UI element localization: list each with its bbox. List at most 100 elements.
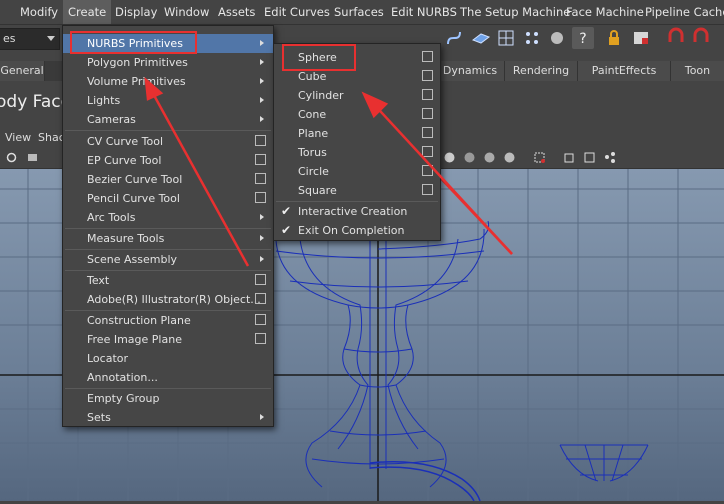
menu-surfaces[interactable]: Surfaces bbox=[334, 0, 384, 24]
menu-item-label: Cube bbox=[298, 70, 327, 83]
tab-general[interactable]: General bbox=[0, 61, 45, 81]
option-box-icon[interactable] bbox=[255, 333, 266, 344]
tab-rendering[interactable]: Rendering bbox=[505, 61, 578, 81]
magnet-snap-icon[interactable] bbox=[546, 27, 568, 49]
menu-item-polygon-primitives[interactable]: Polygon Primitives bbox=[63, 53, 273, 72]
main-menubar: Modify Create Display Window Assets Edit… bbox=[0, 0, 724, 25]
menu-item-circle[interactable]: Circle bbox=[274, 162, 440, 181]
menu-edit-curves[interactable]: Edit Curves bbox=[264, 0, 330, 24]
menu-create[interactable]: Create bbox=[63, 0, 112, 24]
menu-item-nurbs-primitives[interactable]: NURBS Primitives bbox=[63, 34, 273, 53]
mode-selector[interactable]: es bbox=[0, 28, 60, 50]
menu-item-exit-on-completion[interactable]: ✔ Exit On Completion bbox=[274, 221, 440, 240]
option-box-icon[interactable] bbox=[255, 154, 266, 165]
option-box-icon[interactable] bbox=[422, 89, 433, 100]
menu-item-label: CV Curve Tool bbox=[87, 135, 164, 148]
option-box-icon[interactable] bbox=[422, 184, 433, 195]
option-box-icon[interactable] bbox=[422, 108, 433, 119]
menu-item-volume-primitives[interactable]: Volume Primitives bbox=[63, 72, 273, 91]
option-box-icon[interactable] bbox=[255, 274, 266, 285]
smooth-shade-icon[interactable] bbox=[443, 151, 456, 164]
option-box-icon[interactable] bbox=[422, 51, 433, 62]
menu-item-cameras[interactable]: Cameras bbox=[63, 110, 273, 129]
menu-item-label: Bezier Curve Tool bbox=[87, 173, 183, 186]
camera-icon[interactable] bbox=[5, 151, 18, 164]
menu-item-measure-tools[interactable]: Measure Tools bbox=[63, 229, 273, 248]
option-box-icon[interactable] bbox=[255, 192, 266, 203]
menu-item-adobe-illustrator-object[interactable]: Adobe(R) Illustrator(R) Object... bbox=[63, 290, 273, 309]
menu-item-text[interactable]: Text bbox=[63, 271, 273, 290]
option-box-icon[interactable] bbox=[255, 293, 266, 304]
menu-item-cube[interactable]: Cube bbox=[274, 67, 440, 86]
menu-item-square[interactable]: Square bbox=[274, 181, 440, 200]
menu-item-label: Exit On Completion bbox=[298, 224, 405, 237]
panel-menu-shading[interactable]: Shac bbox=[38, 131, 65, 144]
flat-shade-icon[interactable] bbox=[483, 151, 496, 164]
menu-item-sets[interactable]: Sets bbox=[63, 408, 273, 427]
menu-item-locator[interactable]: Locator bbox=[63, 349, 273, 368]
wireframe-shade-icon[interactable] bbox=[463, 151, 476, 164]
mode-selector-value: es bbox=[3, 32, 16, 45]
textured-icon[interactable] bbox=[503, 151, 516, 164]
menu-item-label: Arc Tools bbox=[87, 211, 136, 224]
menu-pipeline-cache[interactable]: Pipeline Cache bbox=[645, 0, 724, 24]
chevron-right-icon bbox=[260, 59, 264, 65]
menu-edit-nurbs[interactable]: Edit NURBS bbox=[391, 0, 457, 24]
menu-window[interactable]: Window bbox=[164, 0, 209, 24]
menu-item-pencil-curve-tool[interactable]: Pencil Curve Tool bbox=[63, 189, 273, 208]
menu-item-scene-assembly[interactable]: Scene Assembly bbox=[63, 250, 273, 269]
menu-item-cv-curve-tool[interactable]: CV Curve Tool bbox=[63, 132, 273, 151]
tab-painteffects[interactable]: PaintEffects bbox=[578, 61, 671, 81]
menu-separator bbox=[65, 130, 271, 131]
menu-item-interactive-creation[interactable]: ✔ Interactive Creation bbox=[274, 202, 440, 221]
menu-item-empty-group[interactable]: Empty Group bbox=[63, 389, 273, 408]
menu-item-torus[interactable]: Torus bbox=[274, 143, 440, 162]
menu-display[interactable]: Display bbox=[115, 0, 157, 24]
option-box-icon[interactable] bbox=[422, 127, 433, 138]
menu-item-cone[interactable]: Cone bbox=[274, 105, 440, 124]
camera-attributes-icon[interactable] bbox=[26, 151, 39, 164]
menu-item-plane[interactable]: Plane bbox=[274, 124, 440, 143]
xray-icon[interactable] bbox=[583, 151, 596, 164]
curve-tool-icon[interactable] bbox=[443, 27, 465, 49]
menu-item-sphere[interactable]: Sphere bbox=[274, 48, 440, 67]
option-box-icon[interactable] bbox=[255, 135, 266, 146]
tab-toon[interactable]: Toon bbox=[671, 61, 724, 81]
menu-item-lights[interactable]: Lights bbox=[63, 91, 273, 110]
isolate-select-icon[interactable] bbox=[533, 151, 546, 164]
menu-item-free-image-plane[interactable]: Free Image Plane bbox=[63, 330, 273, 349]
menu-item-bezier-curve-tool[interactable]: Bezier Curve Tool bbox=[63, 170, 273, 189]
menu-item-arc-tools[interactable]: Arc Tools bbox=[63, 208, 273, 227]
help-icon[interactable]: ? bbox=[572, 27, 594, 49]
menu-item-label: Adobe(R) Illustrator(R) Object... bbox=[87, 293, 261, 306]
create-menu-dropdown: NURBS Primitives Polygon Primitives Volu… bbox=[62, 25, 274, 427]
render-view-icon[interactable] bbox=[630, 27, 652, 49]
menu-item-construction-plane[interactable]: Construction Plane bbox=[63, 311, 273, 330]
menu-item-label: Text bbox=[87, 274, 110, 287]
grid-snap-icon[interactable] bbox=[495, 27, 517, 49]
menu-item-cylinder[interactable]: Cylinder bbox=[274, 86, 440, 105]
menu-face-machine[interactable]: Face Machine bbox=[566, 0, 644, 24]
ipr-render-icon[interactable] bbox=[690, 27, 712, 49]
lock-icon[interactable] bbox=[603, 27, 625, 49]
cube-display-icon[interactable] bbox=[563, 151, 576, 164]
menu-item-annotation[interactable]: Annotation... bbox=[63, 368, 273, 387]
option-box-icon[interactable] bbox=[255, 314, 266, 325]
point-snap-icon[interactable] bbox=[521, 27, 543, 49]
menu-setup-machine[interactable]: The Setup Machine bbox=[460, 0, 570, 24]
plane-snap-icon[interactable] bbox=[470, 27, 492, 49]
menu-assets[interactable]: Assets bbox=[218, 0, 255, 24]
option-box-icon[interactable] bbox=[422, 165, 433, 176]
option-box-icon[interactable] bbox=[422, 70, 433, 81]
tab-dynamics[interactable]: Dynamics bbox=[436, 61, 505, 81]
checkmark-icon: ✔ bbox=[281, 223, 292, 237]
menu-modify[interactable]: Modify bbox=[20, 0, 58, 24]
joints-xray-icon[interactable] bbox=[603, 151, 616, 164]
render-magnet-icon[interactable] bbox=[665, 27, 687, 49]
menu-item-label: Empty Group bbox=[87, 392, 160, 405]
chevron-right-icon bbox=[260, 40, 264, 46]
option-box-icon[interactable] bbox=[422, 146, 433, 157]
option-box-icon[interactable] bbox=[255, 173, 266, 184]
menu-item-ep-curve-tool[interactable]: EP Curve Tool bbox=[63, 151, 273, 170]
panel-menu-view[interactable]: View bbox=[5, 131, 31, 144]
